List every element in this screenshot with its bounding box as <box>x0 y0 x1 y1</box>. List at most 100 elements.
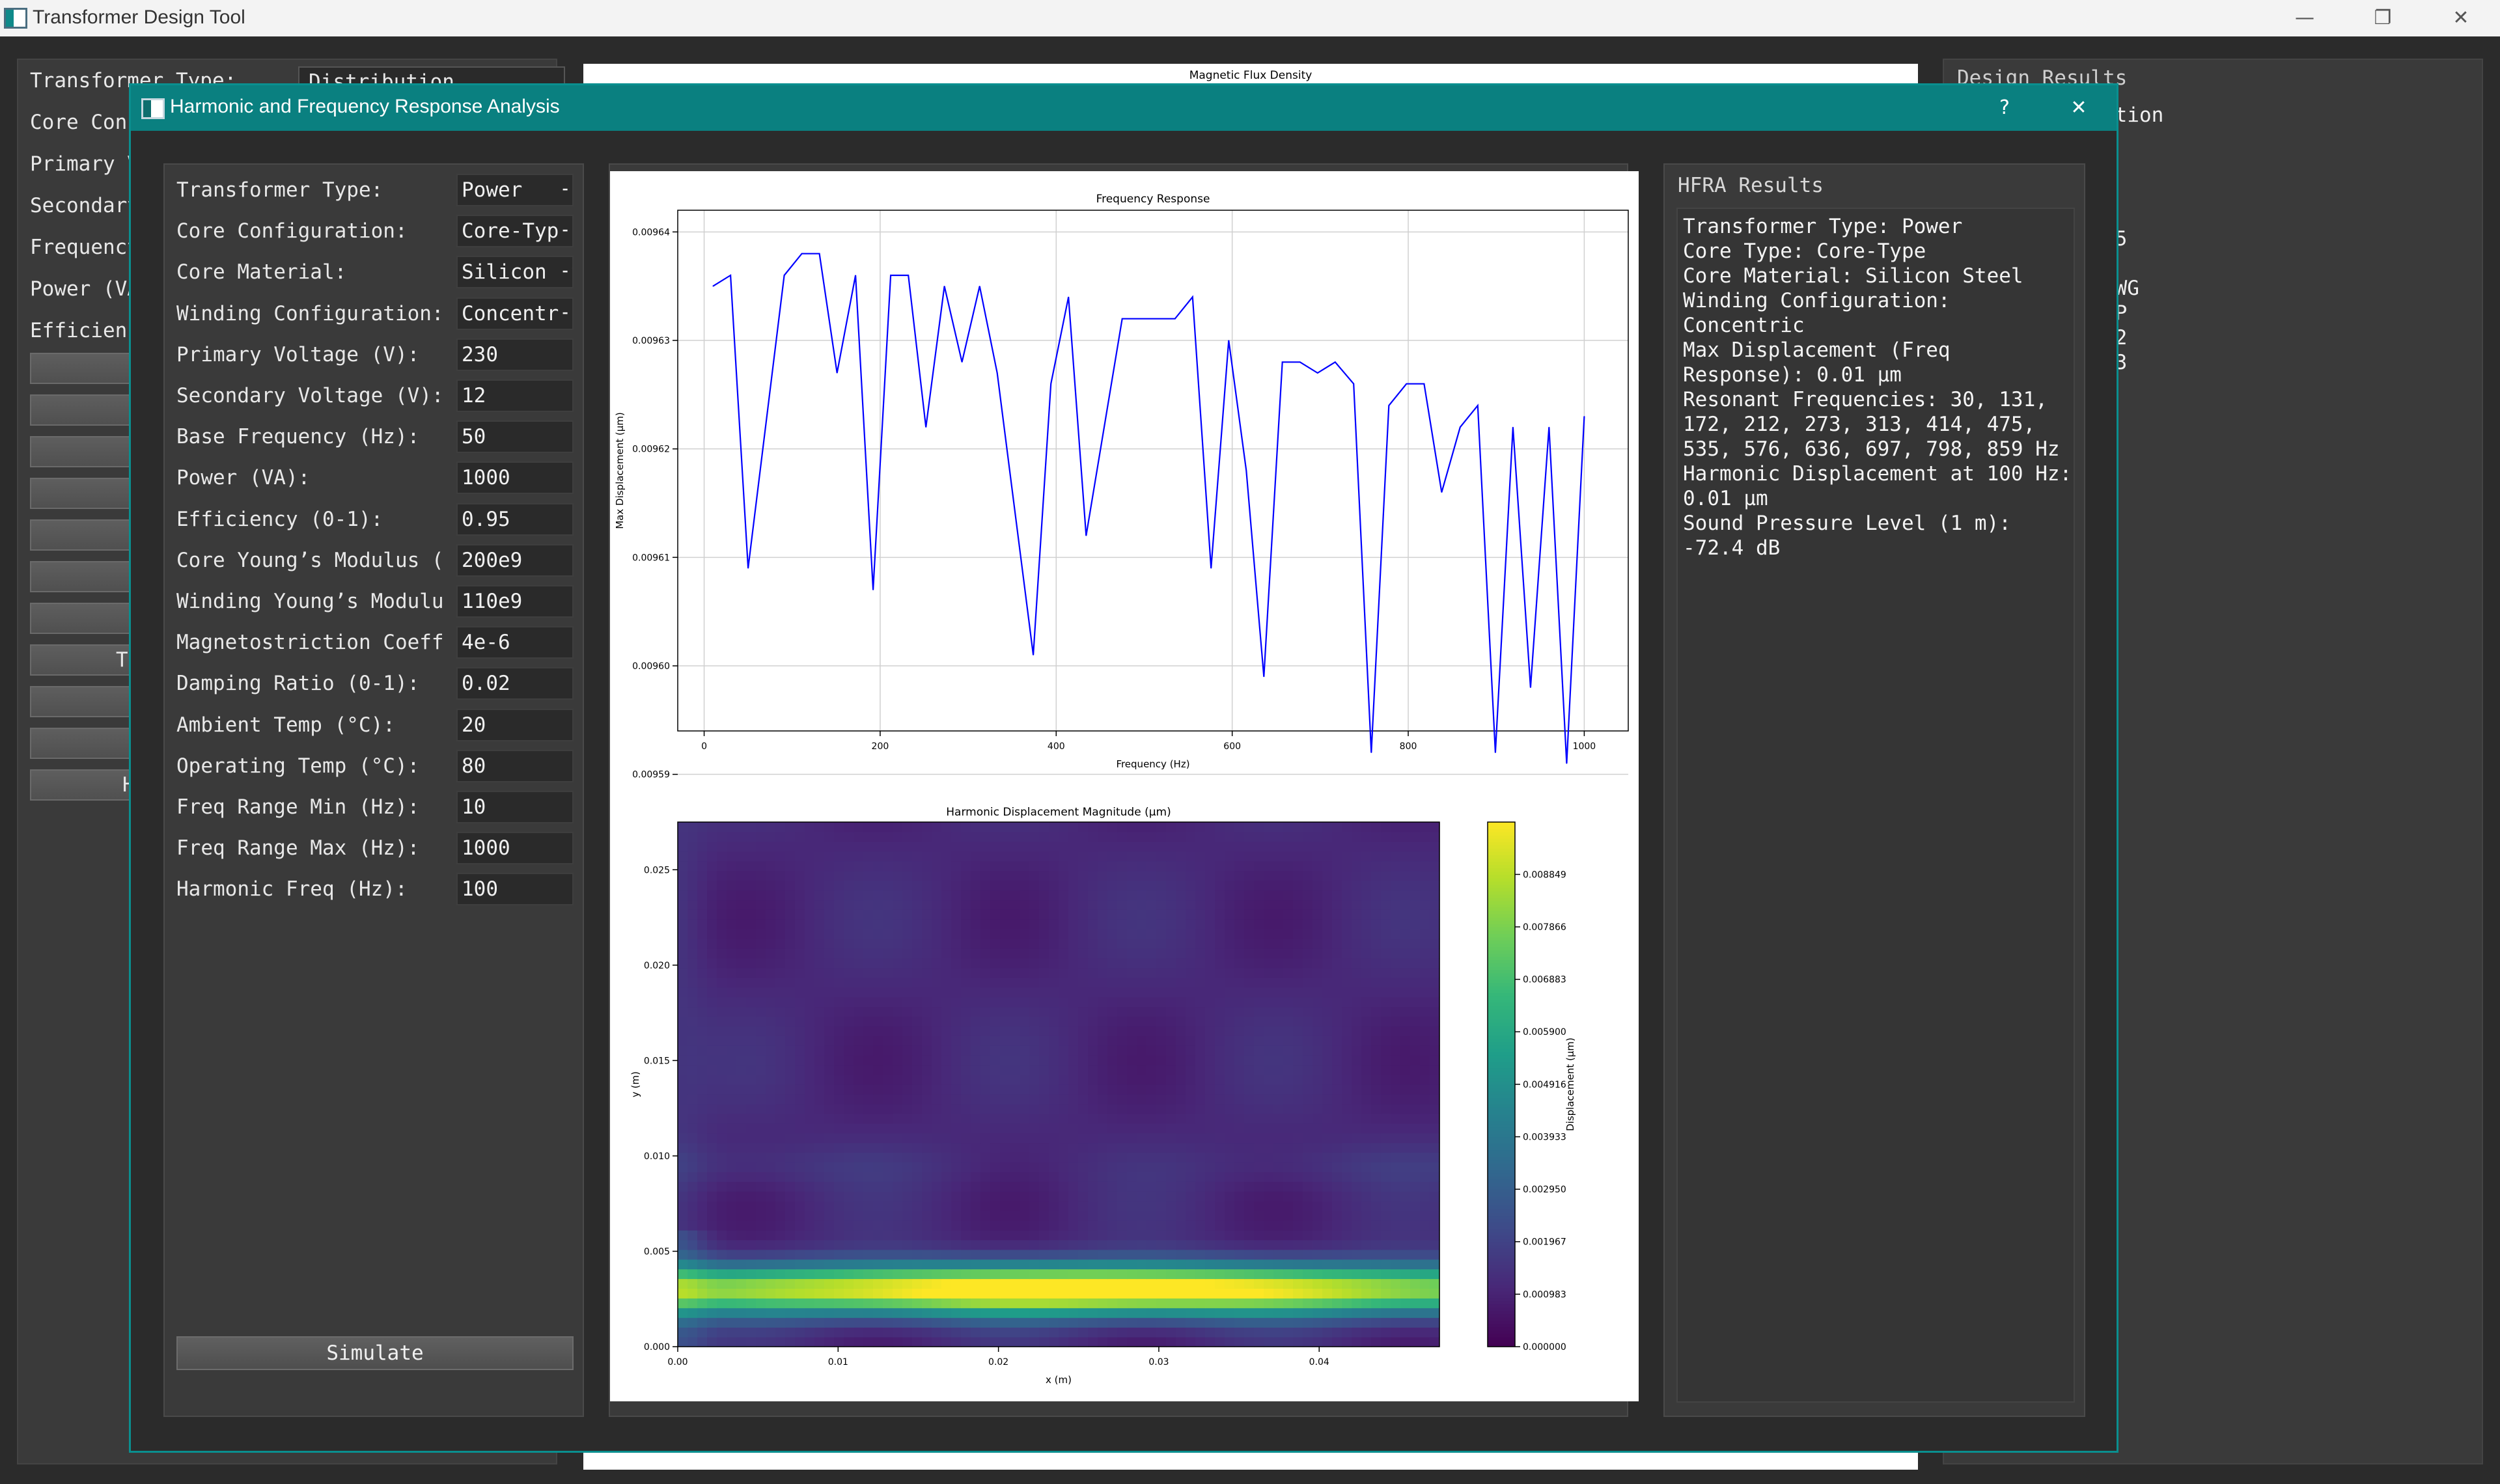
heatmap-cell <box>893 1317 903 1328</box>
heatmap-cell <box>1068 1278 1079 1289</box>
help-icon[interactable]: ? <box>1985 93 2024 123</box>
data-point <box>801 253 803 254</box>
heatmap-cell <box>1283 1259 1294 1270</box>
heatmap-cell <box>922 919 932 929</box>
heatmap-cell <box>1098 1084 1108 1095</box>
heatmap-cell <box>902 1016 913 1027</box>
heatmap-cell <box>1029 1006 1040 1017</box>
heatmap-cell <box>1195 1065 1206 1075</box>
heatmap-cell <box>863 967 874 978</box>
form-input[interactable]: 12 <box>456 379 574 412</box>
dropdown-arrow-icon[interactable]: ⁃ <box>559 175 571 205</box>
form-combo[interactable]: Concentric ⁃ <box>456 297 574 330</box>
heatmap-cell <box>1205 900 1215 910</box>
heatmap-cell <box>1293 1152 1303 1163</box>
heatmap-cell <box>824 1211 835 1221</box>
heatmap-cell <box>873 1065 883 1075</box>
form-input[interactable]: 1000 <box>456 832 574 865</box>
form-combo[interactable]: Silicon Steel⁃ <box>456 256 574 289</box>
heatmap-cell <box>980 1181 991 1192</box>
main-titlebar: Transformer Design Tool — ❐ ✕ <box>0 0 2500 36</box>
heatmap-cell <box>688 1298 698 1308</box>
heatmap-cell <box>805 870 815 881</box>
heatmap-cell <box>1000 1259 1010 1270</box>
heatmap-cell <box>736 967 747 978</box>
form-input[interactable]: 10 <box>456 791 574 823</box>
heatmap-cell <box>1107 1259 1118 1270</box>
close-icon[interactable]: ✕ <box>2441 4 2480 33</box>
heatmap-cell <box>941 987 952 998</box>
heatmap-cell <box>912 860 923 872</box>
heatmap-cell <box>805 1036 815 1046</box>
form-input[interactable]: 230 <box>456 338 574 371</box>
heatmap-cell <box>1420 919 1430 929</box>
heatmap-cell <box>893 1026 903 1036</box>
colorbar-segment <box>1488 1067 1515 1072</box>
heatmap-cell <box>1361 1093 1372 1105</box>
heatmap-cell <box>1400 1006 1411 1017</box>
heatmap-cell <box>844 1269 854 1280</box>
heatmap-cell <box>1361 1239 1372 1250</box>
dropdown-arrow-icon[interactable]: ⁃ <box>559 298 571 329</box>
form-input[interactable]: 50 <box>456 420 574 454</box>
form-input[interactable]: 110e9 <box>456 585 574 618</box>
heatmap-cell <box>746 841 757 852</box>
dropdown-arrow-icon[interactable]: ⁃ <box>559 216 571 247</box>
heatmap-cell <box>1400 1152 1411 1163</box>
heatmap-cell <box>834 851 844 862</box>
heatmap-cell <box>990 1006 1001 1017</box>
heatmap-cell <box>775 851 786 862</box>
heatmap-cell <box>1342 987 1352 998</box>
heatmap-cell <box>1195 841 1206 852</box>
maximize-icon[interactable]: ❐ <box>2363 4 2402 33</box>
form-input[interactable]: 0.02 <box>456 667 574 700</box>
heatmap-cell <box>1088 1152 1098 1163</box>
heatmap-cell <box>863 841 874 852</box>
heatmap-cell <box>766 1278 776 1289</box>
heatmap-cell <box>814 1142 825 1153</box>
heatmap-cell <box>1254 919 1264 929</box>
heatmap-cell <box>1342 1026 1352 1036</box>
heatmap-cell <box>1205 851 1215 862</box>
heatmap-cell <box>1000 1016 1010 1027</box>
data-point <box>1583 416 1585 417</box>
heatmap-cell <box>1098 909 1108 920</box>
form-input[interactable]: 200e9 <box>456 543 574 577</box>
heatmap-cell <box>1176 1055 1186 1065</box>
heatmap-cell <box>1361 977 1372 988</box>
heatmap-cell <box>1273 1201 1284 1211</box>
heatmap-cell <box>746 1036 757 1046</box>
heatmap-cell <box>961 1172 971 1182</box>
form-combo[interactable]: Power ⁃ <box>456 174 574 206</box>
form-input[interactable]: 100 <box>456 873 574 906</box>
form-input[interactable]: 1000 <box>456 461 574 495</box>
dialog-close-icon[interactable]: ✕ <box>2059 93 2098 123</box>
heatmap-cell <box>1352 987 1362 998</box>
form-combo[interactable]: Core-Type ⁃ <box>456 215 574 248</box>
heatmap-cell <box>941 1142 952 1153</box>
heatmap-cell <box>1225 957 1235 969</box>
heatmap-cell <box>922 1327 932 1338</box>
heatmap-cell <box>1283 1327 1294 1338</box>
heatmap-cell <box>1127 977 1137 988</box>
form-input[interactable]: 4e-6 <box>456 626 574 659</box>
minimize-icon[interactable]: — <box>2285 4 2324 33</box>
heatmap-cell <box>746 1191 757 1202</box>
form-input[interactable]: 20 <box>456 708 574 741</box>
dropdown-arrow-icon[interactable]: ⁃ <box>559 257 571 288</box>
form-input[interactable]: 80 <box>456 749 574 782</box>
heatmap-cell <box>1088 948 1098 959</box>
heatmap-cell <box>1410 1036 1421 1046</box>
heatmap-cell <box>1322 870 1333 881</box>
heatmap-cell <box>1000 1084 1010 1095</box>
form-input[interactable]: 0.95 <box>456 502 574 536</box>
heatmap-cell <box>844 977 854 988</box>
heatmap-cell <box>1312 1075 1323 1085</box>
heatmap-cell <box>746 890 757 901</box>
heatmap-cell <box>766 977 776 988</box>
heatmap-cell <box>1186 1230 1196 1241</box>
form-label: Primary Voltage (V): <box>176 342 420 366</box>
simulate-button[interactable]: Simulate <box>176 1336 574 1370</box>
heatmap-cell <box>951 1191 962 1202</box>
heatmap-cell <box>1156 977 1167 988</box>
